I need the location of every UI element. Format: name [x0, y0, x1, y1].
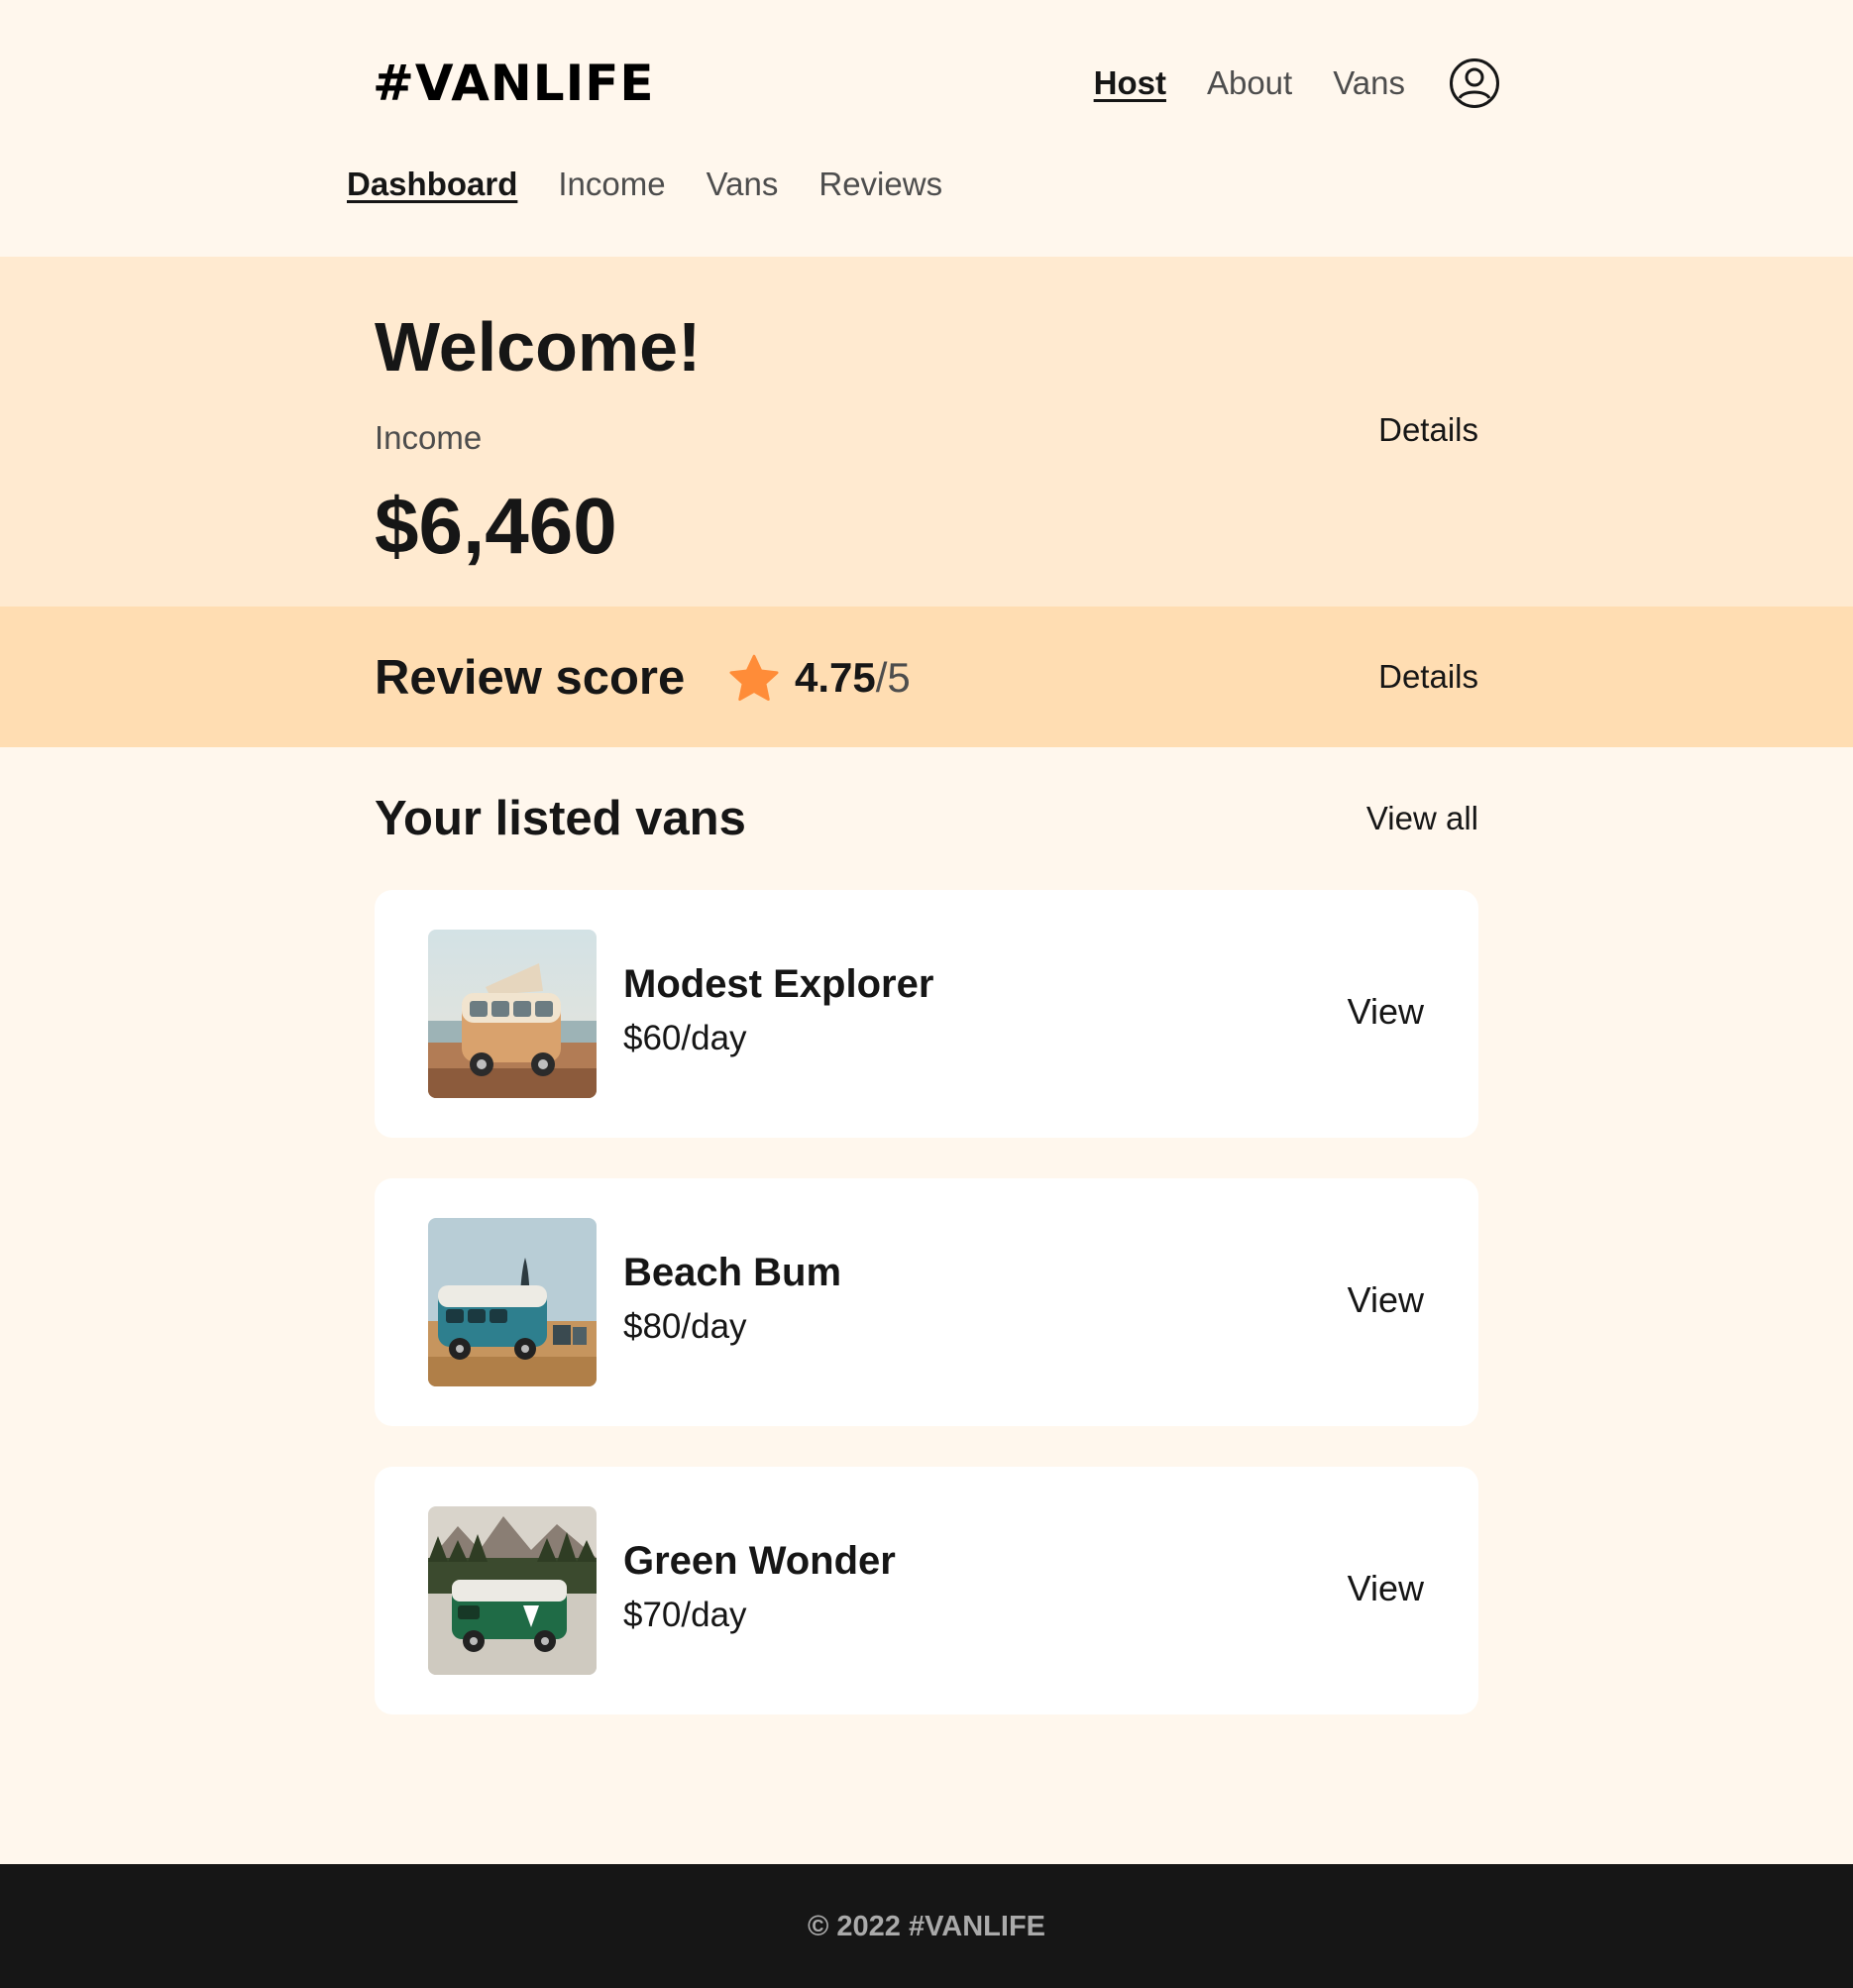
listed-vans-title: Your listed vans: [375, 792, 746, 845]
income-details-link[interactable]: Details: [1378, 408, 1478, 452]
van-name: Green Wonder: [623, 1539, 896, 1583]
van-name: Beach Bum: [623, 1251, 842, 1294]
nav-link-vans[interactable]: Vans: [1333, 54, 1405, 113]
star-icon: [727, 652, 781, 706]
review-section: Review score 4.75/5 Details: [0, 607, 1853, 747]
review-score-value: 4.75: [795, 654, 876, 701]
welcome-title: Welcome!: [375, 308, 702, 386]
nav-link-about[interactable]: About: [1207, 54, 1292, 113]
van-card: Modest Explorer $60/day View: [375, 890, 1478, 1138]
review-score-max: /5: [875, 654, 911, 701]
host-nav-dashboard[interactable]: Dashboard: [347, 157, 517, 212]
van-image: [428, 1218, 597, 1386]
user-circle-icon[interactable]: [1449, 57, 1500, 109]
van-price: $80/day: [623, 1307, 747, 1346]
site-logo[interactable]: #VANLIFE: [373, 52, 655, 115]
van-image: [428, 1506, 597, 1675]
van-image: [428, 930, 597, 1098]
host-nav-reviews[interactable]: Reviews: [818, 157, 942, 212]
income-section: Welcome! Income $6,460 Details: [0, 257, 1853, 607]
main-nav: Host About Vans: [1094, 54, 1500, 113]
van-price: $60/day: [623, 1019, 747, 1057]
footer-copyright: © 2022 #VANLIFE: [807, 1911, 1046, 1942]
nav-link-host[interactable]: Host: [1094, 54, 1166, 113]
income-value: $6,460: [375, 482, 617, 570]
host-nav-income[interactable]: Income: [558, 157, 665, 212]
van-name: Modest Explorer: [623, 962, 934, 1006]
van-card: Green Wonder $70/day View: [375, 1467, 1478, 1714]
host-nav-vans[interactable]: Vans: [707, 157, 779, 212]
van-view-link[interactable]: View: [1348, 1566, 1424, 1611]
income-label: Income: [375, 419, 483, 456]
view-all-link[interactable]: View all: [1366, 797, 1478, 840]
review-title: Review score: [375, 651, 686, 705]
host-nav: Dashboard Income Vans Reviews: [347, 157, 983, 212]
review-details-link[interactable]: Details: [1378, 655, 1478, 699]
review-score: 4.75/5: [795, 652, 911, 704]
van-view-link[interactable]: View: [1348, 1277, 1424, 1323]
van-card: Beach Bum $80/day View: [375, 1178, 1478, 1426]
site-footer: © 2022 #VANLIFE: [0, 1864, 1853, 1988]
van-view-link[interactable]: View: [1348, 989, 1424, 1035]
van-price: $70/day: [623, 1596, 747, 1634]
site-header: #VANLIFE Host About Vans: [0, 0, 1853, 166]
